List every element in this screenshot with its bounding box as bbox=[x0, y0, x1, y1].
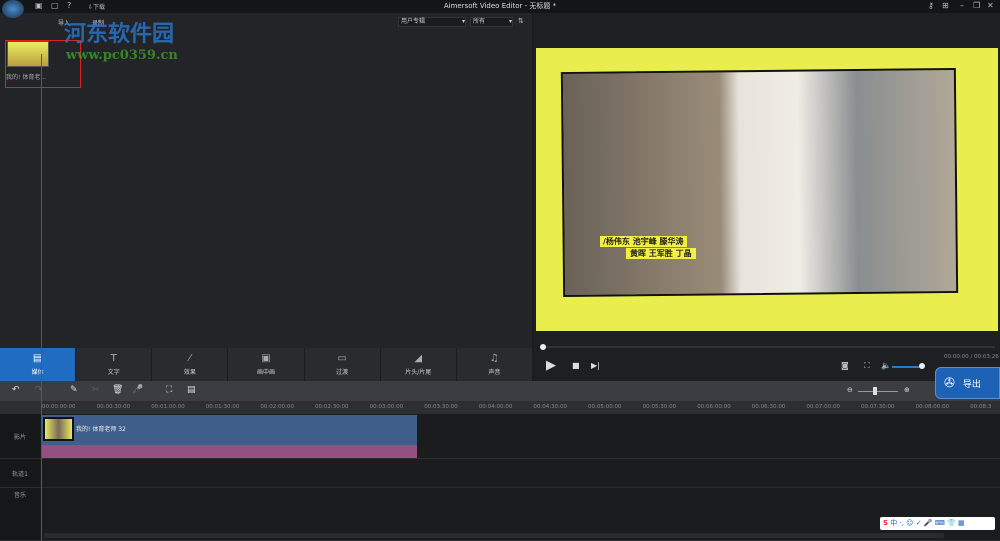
feature-tabs: ▤ 媒体 T 文字 ⁄ 效果 ▣ 画中画 ▭ 过渡 ◢ 片头/片尾 ♫ 声音 bbox=[0, 348, 532, 381]
pip-icon: ▣ bbox=[261, 353, 271, 364]
transition-icon: ▭ bbox=[337, 353, 347, 364]
ruler-tick-label: 00:01:00:00 bbox=[151, 404, 185, 410]
stop-button[interactable]: ■ bbox=[572, 361, 580, 370]
seek-handle[interactable] bbox=[540, 344, 546, 350]
tab-label: 过渡 bbox=[336, 369, 349, 376]
ruler-tick-label: 00:00:00:00 bbox=[42, 404, 76, 410]
track-label: 音乐 bbox=[0, 488, 40, 540]
caption-text-1: /杨伟东 池宇峰 滕华涛 bbox=[603, 237, 684, 246]
watermark-name: 河东软件园 bbox=[64, 21, 175, 47]
tab-effects[interactable]: ⁄ 效果 bbox=[152, 348, 229, 381]
video-image bbox=[560, 67, 959, 298]
window-title: Aimersoft Video Editor - 无标题 * bbox=[443, 2, 557, 10]
track-label: 影片 bbox=[0, 414, 40, 458]
watermark-url: www.pc0359.cn bbox=[66, 48, 178, 63]
tab-media[interactable]: ▤ 媒体 bbox=[0, 348, 77, 381]
crop-icon[interactable]: ⛶ bbox=[166, 385, 172, 395]
key-icon[interactable]: ⚷ bbox=[928, 1, 934, 10]
tab-label: 文字 bbox=[107, 369, 120, 376]
timeline-toolbar: ↶ ↷ ✎ ✂ 🗑 🎤 ⛶ ▤ ⊖ ⊕ bbox=[0, 381, 1000, 401]
settings-icon[interactable]: ▤ bbox=[187, 385, 196, 395]
track-label: 轨道1 bbox=[0, 459, 40, 487]
tab-pip[interactable]: ▣ 画中画 bbox=[228, 348, 305, 381]
ime-toolbar: S 中 ·, ☺ ✓ 🎤 ⌨ 👕 ▦ bbox=[880, 517, 995, 530]
ruler-tick-label: 00:01:30:00 bbox=[205, 404, 240, 410]
ruler-tick-label: 00:03:30:00 bbox=[424, 404, 458, 410]
volume-icon[interactable]: 🔈 bbox=[881, 361, 891, 370]
zoom-out-icon[interactable]: ⊖ bbox=[847, 386, 853, 394]
zoom-slider[interactable] bbox=[858, 391, 898, 392]
undo-icon[interactable]: ↶ bbox=[12, 385, 20, 395]
tab-label: 声音 bbox=[488, 369, 501, 376]
ime-icon[interactable]: S bbox=[883, 519, 888, 527]
fullscreen-icon[interactable]: ⛶ bbox=[864, 361, 870, 371]
zoom-in-icon[interactable]: ⊕ bbox=[904, 386, 910, 394]
zoom-handle[interactable] bbox=[873, 387, 877, 395]
album-select-value: 用户专辑 bbox=[401, 18, 426, 25]
sort-icon[interactable]: ⇅ bbox=[518, 17, 524, 25]
clapper-icon: ◢ bbox=[414, 353, 423, 364]
clip-audio-bar bbox=[42, 445, 417, 458]
tab-text[interactable]: T 文字 bbox=[76, 348, 153, 381]
ruler-tick-label: 00:02:30:00 bbox=[315, 404, 349, 410]
tab-label: 片头/片尾 bbox=[405, 369, 432, 376]
caption-text-2: 黄晖 王军胜 丁晶 bbox=[630, 249, 692, 258]
app-logo[interactable] bbox=[2, 0, 24, 18]
ruler-tick-label: 00:08:00:00 bbox=[915, 404, 950, 410]
seek-bar[interactable] bbox=[540, 346, 995, 348]
cart-icon[interactable]: ⊞ bbox=[942, 1, 949, 10]
timeline-scrollbar[interactable] bbox=[44, 533, 944, 538]
video-frame: /杨伟东 池宇峰 滕华涛 黄晖 王军胜 丁晶 bbox=[536, 48, 998, 331]
ruler-tick-label: 00:00:30:00 bbox=[96, 404, 131, 410]
filter-select-value: 所有 bbox=[473, 18, 486, 25]
ruler-tick-label: 00:06:30:00 bbox=[751, 404, 786, 410]
ruler-tick-label: 00:08:3 bbox=[970, 404, 992, 410]
overlay-track: 轨道1 bbox=[0, 459, 1000, 488]
tab-sound[interactable]: ♫ 声音 bbox=[457, 348, 532, 381]
ruler-tick-label: 00:05:30:00 bbox=[642, 404, 677, 410]
film-reel-icon: ✇ bbox=[944, 375, 955, 391]
playhead-arrow bbox=[41, 54, 42, 541]
ruler-tick-label: 00:06:00:00 bbox=[697, 404, 731, 410]
ruler-tick-label: 00:04:30:00 bbox=[533, 404, 567, 410]
cut-icon[interactable]: ✂ bbox=[92, 385, 100, 395]
play-button[interactable]: ▶ bbox=[546, 358, 556, 373]
ruler-tick-label: 00:03:00:00 bbox=[369, 404, 404, 410]
close-icon[interactable]: ✕ bbox=[987, 1, 994, 10]
clip-thumbnail bbox=[43, 417, 74, 441]
volume-handle[interactable] bbox=[919, 363, 925, 369]
magic-wand-icon: ⁄ bbox=[189, 353, 191, 364]
title-bar: ▣ ▢ ? ⇩下载 Aimersoft Video Editor - 无标题 *… bbox=[0, 0, 1000, 18]
timeline-ruler[interactable]: 00:00:00:00 00:00:30:00 00:01:00:00 00:01:3… bbox=[0, 401, 1000, 414]
export-button[interactable]: ✇ 导出 bbox=[935, 367, 1000, 399]
tab-label: 效果 bbox=[183, 369, 196, 376]
next-frame-button[interactable]: ▶| bbox=[591, 361, 600, 370]
caption-line-2: 黄晖 王军胜 丁晶 bbox=[626, 248, 696, 259]
delete-icon[interactable]: 🗑 bbox=[112, 385, 123, 395]
text-icon: T bbox=[110, 353, 117, 364]
tab-transitions[interactable]: ▭ 过渡 bbox=[305, 348, 381, 381]
caption-line-1: /杨伟东 池宇峰 滕华涛 bbox=[600, 236, 687, 247]
filter-select[interactable]: 所有 ▾ bbox=[470, 17, 513, 27]
ruler-tick-label: 00:07:30:00 bbox=[861, 404, 895, 410]
ruler-tick-label: 00:04:00:00 bbox=[478, 404, 513, 410]
snapshot-icon[interactable]: ◙ bbox=[841, 361, 849, 370]
export-label: 导出 bbox=[962, 379, 981, 390]
clip-label: 我的! 体育老师 32 bbox=[76, 426, 126, 433]
microphone-icon[interactable]: 🎤 bbox=[132, 385, 143, 395]
restore-icon[interactable]: ❐ bbox=[973, 1, 980, 10]
tab-label: 画中画 bbox=[256, 369, 275, 376]
headphones-icon: ♫ bbox=[489, 353, 499, 364]
ruler-tick-label: 00:02:00:00 bbox=[260, 404, 294, 410]
time-display: 00:00:00 / 00:03:26 bbox=[944, 354, 999, 360]
ruler-tick-label: 00:05:00:00 bbox=[588, 404, 622, 410]
ruler-tick-label: 00:07:00:00 bbox=[806, 404, 840, 410]
edit-icon[interactable]: ✎ bbox=[70, 385, 78, 395]
minimize-icon[interactable]: – bbox=[960, 1, 964, 10]
tab-intro-credits[interactable]: ◢ 片头/片尾 bbox=[381, 348, 457, 381]
album-select[interactable]: 用户专辑 ▾ bbox=[398, 17, 466, 27]
